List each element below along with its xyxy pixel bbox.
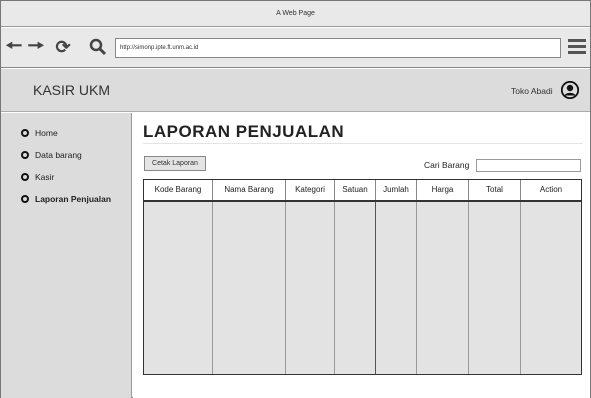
column-header-kategori[interactable]: Kategori — [286, 180, 335, 200]
table-column — [213, 202, 286, 374]
column-header-kode-barang[interactable]: Kode Barang — [144, 180, 213, 200]
address-bar[interactable]: http://simonp.ipte.ft.unm.ac.id — [115, 38, 561, 58]
search-icon[interactable] — [88, 38, 108, 56]
browser-window: A Web Page 🠔 🠖 ⟳ http://simonp.ipte.ft.u… — [0, 0, 591, 398]
table-column — [469, 202, 521, 374]
main-content: LAPORAN PENJUALAN Cetak Laporan Cari Bar… — [133, 113, 590, 398]
sidebar-item-label: Home — [35, 128, 58, 138]
table-column — [521, 202, 581, 374]
user-avatar-graphic — [560, 80, 580, 100]
forward-arrow-icon[interactable]: 🠖 — [27, 37, 45, 56]
hamburger-menu-icon[interactable] — [568, 39, 586, 55]
search-label: Cari Barang — [424, 160, 470, 170]
column-header-nama-barang[interactable]: Nama Barang — [213, 180, 286, 200]
radio-circle-icon — [21, 195, 29, 203]
sidebar-item-data-barang[interactable]: Data barang — [21, 150, 82, 160]
search-icon-graphic — [89, 38, 107, 56]
column-header-satuan[interactable]: Satuan — [335, 180, 376, 200]
radio-circle-icon — [21, 151, 29, 159]
sales-report-table: Kode Barang Nama Barang Kategori Satuan … — [143, 179, 582, 375]
sidebar-item-label: Laporan Penjualan — [35, 194, 112, 204]
user-avatar-icon[interactable] — [560, 80, 580, 100]
title-divider — [143, 143, 583, 144]
sidebar-item-laporan-penjualan[interactable]: Laporan Penjualan — [21, 194, 111, 204]
radio-circle-icon — [21, 173, 29, 181]
column-header-harga[interactable]: Harga — [417, 180, 469, 200]
browser-toolbar: 🠔 🠖 ⟳ http://simonp.ipte.ft.unm.ac.id — [1, 28, 590, 68]
table-column — [376, 202, 417, 374]
print-report-button[interactable]: Cetak Laporan — [144, 156, 206, 171]
radio-circle-icon — [21, 129, 29, 137]
app-title: KASIR UKM — [33, 82, 111, 98]
search-input[interactable] — [476, 159, 581, 172]
sidebar-item-kasir[interactable]: Kasir — [21, 172, 54, 182]
window-title: A Web Page — [1, 1, 590, 27]
app-header: KASIR UKM Toko Abadi — [1, 69, 590, 112]
page-title: LAPORAN PENJUALAN — [143, 122, 345, 141]
table-column — [335, 202, 376, 374]
back-arrow-icon[interactable]: 🠔 — [5, 37, 23, 56]
reload-icon[interactable]: ⟳ — [54, 38, 72, 56]
table-column — [144, 202, 213, 374]
table-column — [286, 202, 335, 374]
column-header-action[interactable]: Action — [521, 180, 581, 200]
sidebar-item-home[interactable]: Home — [21, 128, 58, 138]
sidebar-item-label: Data barang — [35, 150, 82, 160]
column-header-jumlah[interactable]: Jumlah — [376, 180, 417, 200]
user-name[interactable]: Toko Abadi — [511, 86, 553, 96]
sidebar: Home Data barang Kasir Laporan Penjualan — [1, 113, 132, 398]
table-body — [144, 202, 581, 374]
table-header: Kode Barang Nama Barang Kategori Satuan … — [144, 180, 581, 202]
sidebar-item-label: Kasir — [35, 172, 55, 182]
column-header-total[interactable]: Total — [469, 180, 521, 200]
table-column — [417, 202, 469, 374]
